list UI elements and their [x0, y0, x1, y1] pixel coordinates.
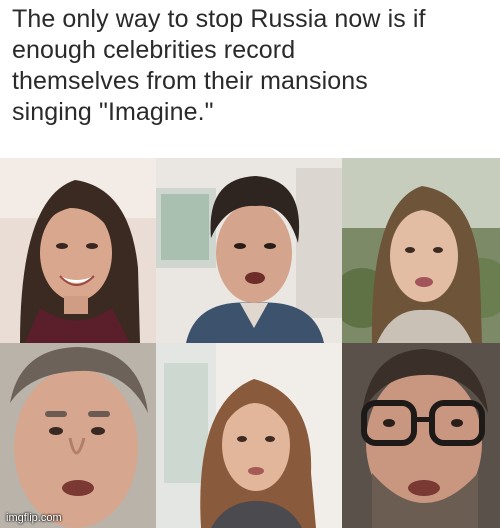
meme-caption: The only way to stop Russia now is if en…	[12, 4, 492, 128]
photo-tile-5	[156, 343, 342, 528]
face-illustration	[156, 343, 342, 528]
caption-line-1: The only way to stop Russia now is if	[12, 5, 426, 33]
photo-tile-2	[156, 158, 342, 343]
caption-line-2: enough celebrities record	[12, 36, 296, 64]
photo-tile-1	[0, 158, 156, 343]
photo-tile-6	[342, 343, 500, 528]
video-call-photo-grid	[0, 158, 500, 528]
face-illustration	[156, 158, 342, 343]
face-illustration	[342, 158, 500, 343]
face-illustration	[342, 343, 500, 528]
photo-tile-4	[0, 343, 156, 528]
photo-tile-3	[342, 158, 500, 343]
imgflip-watermark: imgflip.com	[6, 512, 62, 524]
face-illustration	[0, 158, 156, 343]
caption-line-3: themselves from their mansions	[12, 67, 368, 95]
caption-line-4: singing "Imagine."	[12, 98, 214, 126]
face-illustration	[0, 343, 156, 528]
